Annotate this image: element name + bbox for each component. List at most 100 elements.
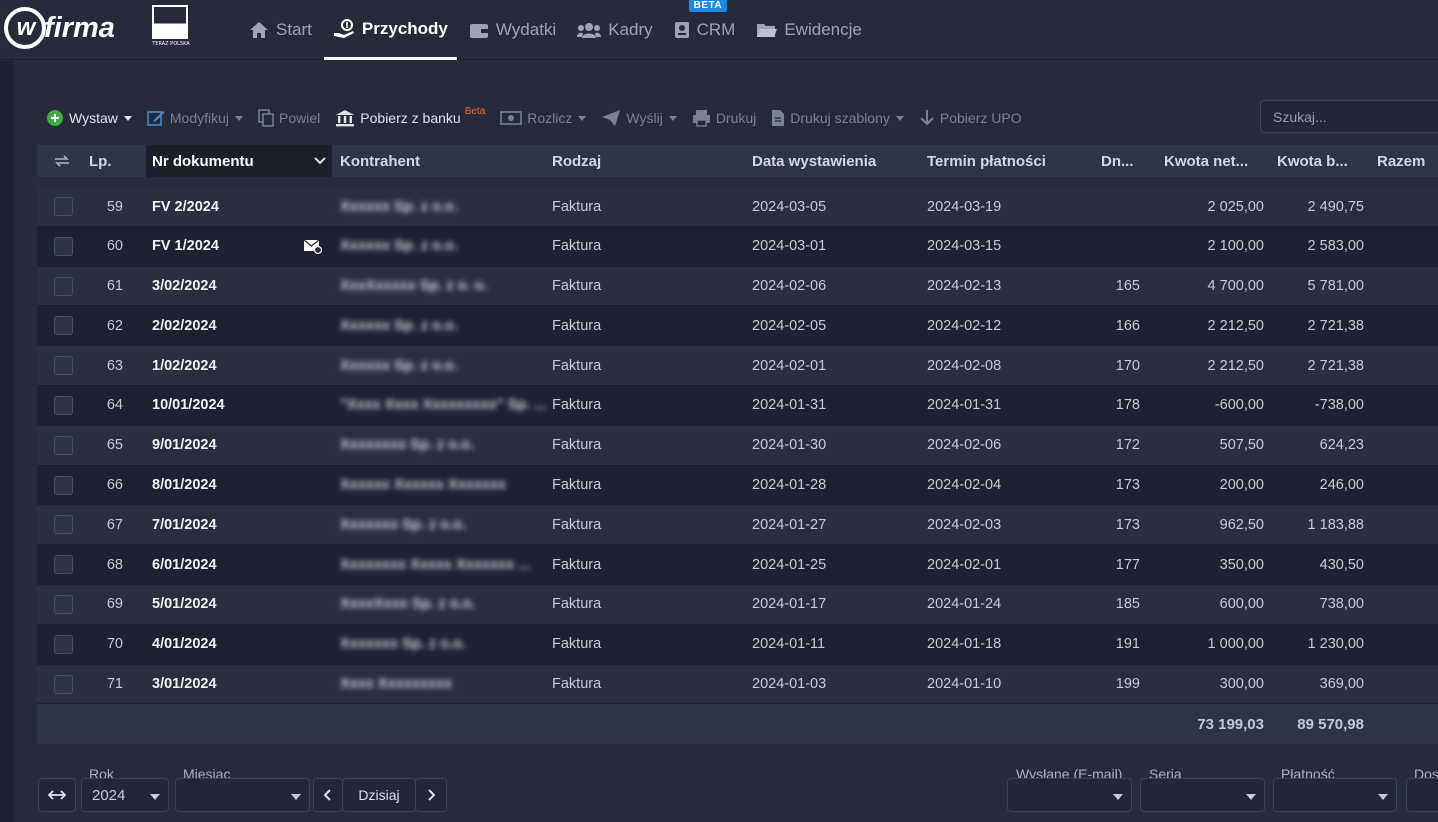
row-checkbox[interactable] — [54, 276, 73, 296]
table-row[interactable]: 64 10/01/2024 "Xxxx Xxxx Xxxxxxxxx" Sp. ..… — [37, 385, 1438, 426]
wystaw-button[interactable]: Wystaw — [46, 109, 132, 127]
platnosc-select[interactable] — [1273, 778, 1397, 812]
row-checkbox[interactable] — [54, 356, 73, 376]
row-checkbox[interactable] — [54, 435, 73, 455]
col-termin-platnosci[interactable]: Termin płatności — [927, 145, 1097, 177]
nav-ewidencje[interactable]: Ewidencje — [747, 0, 871, 60]
col-kwota-brutto[interactable]: Kwota b... — [1277, 145, 1367, 177]
search-input[interactable] — [1260, 100, 1438, 133]
col-kontrahent[interactable]: Kontrahent — [340, 145, 540, 177]
cell-nr-dokumentu[interactable]: 9/01/2024 — [152, 426, 302, 465]
cell-kontrahent: "Xxxx Xxxx Xxxxxxxxx" Sp. ... — [340, 397, 547, 414]
table-row[interactable]: 59 FV 2/2024 Xxxxxx Sp. z o.o. Faktura 2024-… — [37, 187, 1438, 227]
col-data-wystawienia[interactable]: Data wystawienia — [752, 145, 922, 177]
cell-nr-dokumentu[interactable]: 1/02/2024 — [152, 346, 302, 385]
powiel-button[interactable]: Powiel — [258, 109, 320, 127]
table-row[interactable]: 67 7/01/2024 Xxxxxxx Sp. z o.o. Faktura 2024… — [37, 505, 1438, 546]
row-checkbox[interactable] — [54, 236, 73, 256]
row-checkbox[interactable] — [54, 674, 73, 694]
col-razem[interactable]: Razem — [1377, 145, 1437, 177]
cell-data-wystawienia: 2024-03-01 — [752, 238, 827, 255]
edit-icon — [147, 111, 165, 126]
next-period-button[interactable] — [415, 778, 447, 812]
teraz-polska-caption: TERAZ POLSKA — [152, 41, 190, 47]
nav-wydatki[interactable]: Wydatki — [460, 0, 565, 60]
drukuj-button[interactable]: Drukuj — [692, 109, 756, 127]
download-icon — [920, 110, 934, 126]
row-checkbox[interactable] — [54, 316, 73, 336]
cell-nr-dokumentu[interactable]: 2/02/2024 — [152, 306, 302, 345]
wyslane-select[interactable] — [1007, 778, 1132, 812]
cell-data-wystawienia: 2024-01-31 — [752, 397, 827, 414]
wfirma-logo[interactable]: w firma — [4, 6, 115, 50]
table-row[interactable]: 68 6/01/2024 Xxxxxxxx Xxxxx Xxxxxxx ... Fak… — [37, 545, 1438, 585]
cell-dni: 178 — [1115, 397, 1140, 414]
pobierz-z-banku-button[interactable]: Pobierz z banku Beta — [335, 106, 485, 127]
cell-nr-dokumentu[interactable]: FV 2/2024 — [152, 187, 302, 226]
top-bar: w firma TERAZ POLSKA Start Przychody Wyd… — [0, 0, 1438, 60]
cell-nr-dokumentu[interactable]: 6/01/2024 — [152, 545, 302, 584]
table-row[interactable]: 71 3/01/2024 Xxxx Xxxxxxxxx Faktura 2024-01-… — [37, 664, 1438, 705]
chevron-down-icon — [235, 115, 244, 121]
row-checkbox[interactable] — [54, 515, 73, 535]
wyslij-button[interactable]: Wyślij — [601, 109, 677, 127]
col-kwota-netto[interactable]: Kwota net... — [1164, 145, 1274, 177]
table-row[interactable]: 62 2/02/2024 Xxxxxx Sp. z o.o. Faktura 2024-… — [37, 306, 1438, 347]
table-row[interactable]: 69 5/01/2024 XxxxXxxx Sp. z o.o. Faktura 202… — [37, 584, 1438, 625]
col-lp[interactable]: Lp. — [89, 145, 139, 177]
copy-icon — [258, 109, 274, 127]
nav-start[interactable]: Start — [240, 0, 321, 60]
cell-nr-dokumentu[interactable]: 5/01/2024 — [152, 585, 302, 624]
cell-nr-dokumentu[interactable]: 10/01/2024 — [152, 386, 302, 425]
refresh-columns-icon[interactable] — [53, 145, 75, 177]
row-checkbox[interactable] — [54, 197, 73, 216]
cell-nr-dokumentu[interactable]: FV 1/2024 — [152, 227, 302, 266]
modyfikuj-button[interactable]: Modyfikuj — [147, 109, 244, 127]
nav-kadry[interactable]: Kadry — [568, 0, 661, 60]
col-nr-dokumentu[interactable]: Nr dokumentu — [146, 145, 332, 177]
chevron-down-icon — [1246, 794, 1256, 800]
nav-crm[interactable]: BETA CRM — [665, 0, 745, 60]
dos-select[interactable] — [1406, 778, 1438, 812]
table-row[interactable]: 65 9/01/2024 Xxxxxxxx Sp. z o.o. Faktura 202… — [37, 425, 1438, 466]
cell-nr-dokumentu[interactable]: 4/01/2024 — [152, 625, 302, 664]
today-button[interactable]: Dzisiaj — [342, 778, 416, 812]
row-checkbox[interactable] — [54, 395, 73, 415]
col-dni[interactable]: Dn... — [1101, 145, 1151, 177]
cell-rodzaj: Faktura — [552, 516, 602, 533]
cell-kwota-netto: 350,00 — [1219, 556, 1264, 573]
table-row[interactable]: 60 FV 1/2024 Xxxxxx Sp. z o.o. Faktura 2024-… — [37, 226, 1438, 267]
cell-nr-dokumentu[interactable]: 3/02/2024 — [152, 267, 302, 306]
rozlicz-button[interactable]: Rozlicz — [500, 110, 587, 126]
cell-kontrahent: Xxxx Xxxxxxxxx — [340, 676, 453, 693]
nav-przychody[interactable]: Przychody — [323, 0, 457, 60]
row-checkbox[interactable] — [54, 555, 73, 575]
cell-kwota-brutto: 2 490,75 — [1307, 198, 1364, 215]
cell-termin-platnosci: 2024-01-18 — [927, 636, 1002, 653]
cell-nr-dokumentu[interactable]: 3/01/2024 — [152, 665, 302, 704]
cell-rodzaj: Faktura — [552, 397, 602, 414]
drukuj-szablony-button[interactable]: Drukuj szablony — [771, 109, 904, 127]
table-row[interactable]: 70 4/01/2024 Xxxxxxx Sp. z o.o. Faktura 2024… — [37, 624, 1438, 665]
chevron-down-icon — [314, 157, 326, 165]
wallet-icon — [469, 23, 488, 38]
cell-data-wystawienia: 2024-02-01 — [752, 357, 827, 374]
expand-width-button[interactable] — [38, 778, 76, 812]
miesiac-select[interactable] — [175, 778, 310, 812]
row-checkbox[interactable] — [54, 475, 73, 495]
row-checkbox[interactable] — [54, 594, 73, 614]
email-sent-icon — [303, 227, 323, 266]
table-row[interactable]: 66 8/01/2024 Xxxxxx Xxxxxx Xxxxxxx Faktura 2… — [37, 465, 1438, 506]
prev-period-button[interactable] — [313, 778, 343, 812]
cell-nr-dokumentu[interactable]: 8/01/2024 — [152, 466, 302, 505]
cell-data-wystawienia: 2024-01-03 — [752, 676, 827, 693]
seria-select[interactable] — [1140, 778, 1265, 812]
cell-lp: 71 — [106, 676, 123, 693]
table-row[interactable]: 61 3/02/2024 XxxXxxxxx Sp. z o. o. Faktura 2… — [37, 266, 1438, 307]
col-rodzaj[interactable]: Rodzaj — [552, 145, 732, 177]
table-row[interactable]: 63 1/02/2024 Xxxxxx Sp. z o.o. Faktura 2024-… — [37, 346, 1438, 386]
row-checkbox[interactable] — [54, 634, 73, 654]
cell-nr-dokumentu[interactable]: 7/01/2024 — [152, 505, 302, 544]
pobierz-upo-button[interactable]: Pobierz UPO — [919, 109, 1022, 127]
rok-select[interactable]: 2024 — [81, 778, 169, 812]
